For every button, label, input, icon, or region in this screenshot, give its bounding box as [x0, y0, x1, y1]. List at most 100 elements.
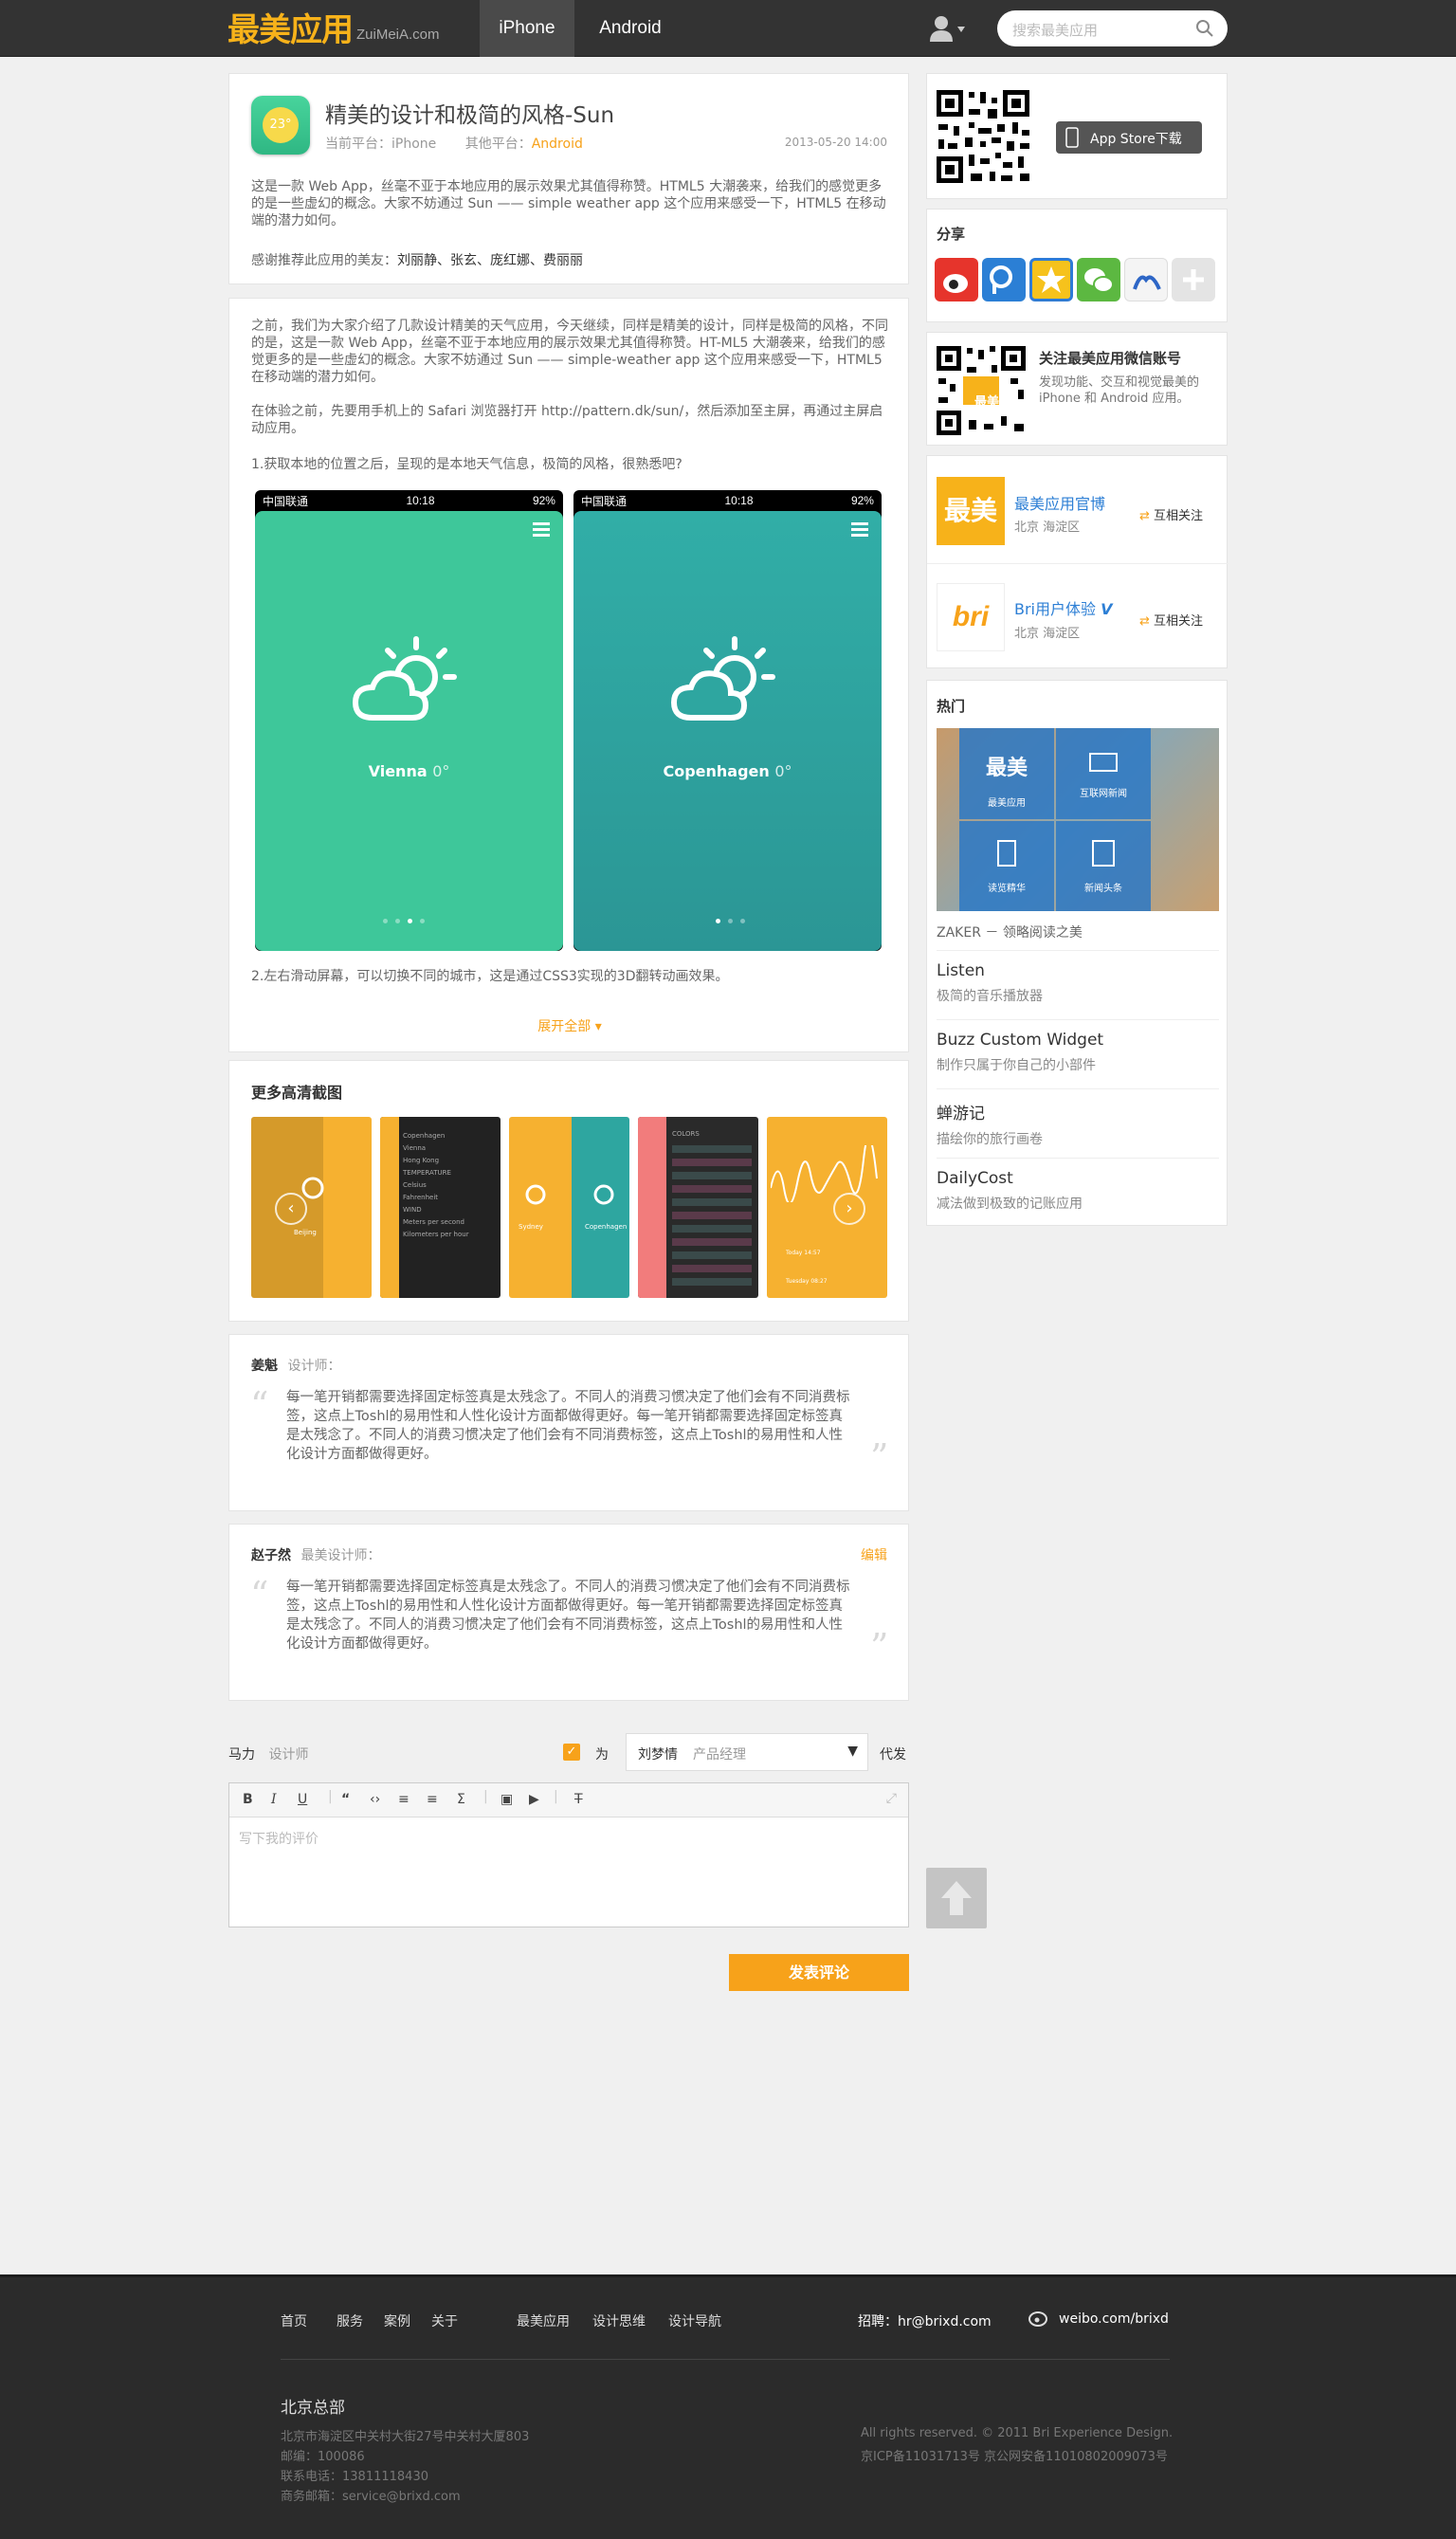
chevron-down-icon: ▾	[594, 1019, 602, 1034]
bullet-list-icon[interactable]: ≡	[427, 1792, 438, 1807]
mutual-follow-button[interactable]: ⇄ 互相关注	[1139, 505, 1203, 523]
follow-name[interactable]: 最美应用官博	[1014, 491, 1105, 514]
clear-format-icon[interactable]: T	[574, 1792, 583, 1807]
bold-icon[interactable]: B	[243, 1792, 253, 1807]
current-platform: 当前平台：iPhone	[325, 137, 437, 152]
search-input[interactable]: 搜索最美应用	[997, 10, 1228, 46]
article-paragraph-2: 在体验之前，先要用手机上的 Safari 浏览器打开 http://patter…	[251, 404, 883, 436]
next-arrow-icon[interactable]: ›	[833, 1193, 865, 1225]
screenshot-thumb-1[interactable]: ‹ Beijing	[251, 1117, 372, 1298]
other-platform-link[interactable]: Android	[532, 137, 583, 152]
comment-text: 每一笔开销都需要选择固定标签真是太残念了。不同人的消费习惯决定了他们会有不同消费…	[286, 1390, 850, 1462]
footer-link-zuimei[interactable]: 最美应用	[517, 2311, 570, 2330]
carrier-label: 中国联通	[263, 494, 309, 508]
user-select[interactable]: 刘梦情 产品经理 ▼	[626, 1733, 868, 1771]
footer-link-design-nav[interactable]: 设计导航	[668, 2311, 721, 2330]
wechat-desc: 发现功能、交互和视觉最美的 iPhone 和 Android 应用。	[1039, 375, 1200, 406]
quote-icon[interactable]: “	[341, 1792, 350, 1807]
video-icon[interactable]: ▶	[529, 1792, 539, 1807]
app-store-label: App Store下载	[1090, 132, 1182, 147]
sum-icon[interactable]: Σ	[457, 1792, 465, 1807]
back-to-top-button[interactable]	[926, 1868, 987, 1928]
screenshot-thumb-2[interactable]: Copenhagen Vienna Hong Kong TEMPERATURE Cels…	[380, 1117, 500, 1298]
footer-link-about[interactable]: 关于	[431, 2311, 458, 2330]
zaker-banner[interactable]: 最美 最美应用 互联网新闻 读览精华 新闻头条	[937, 728, 1219, 911]
commenter-role: 设计师：	[287, 1359, 341, 1374]
footer-icp: 京ICP备11031713号 京公网安备11010802009073号	[861, 2450, 1168, 2464]
underline-icon[interactable]: U	[298, 1792, 307, 1807]
footer	[0, 2274, 1456, 2539]
weather-screen: Copenhagen 0°	[573, 511, 882, 951]
footer-link-cases[interactable]: 案例	[384, 2311, 410, 2330]
commenter-name[interactable]: 赵子然	[251, 1548, 291, 1563]
qzone-share-icon[interactable]	[1029, 258, 1073, 301]
code-icon[interactable]: ‹›	[370, 1792, 380, 1807]
mutual-follow-button[interactable]: ⇄ 互相关注	[1139, 611, 1203, 629]
prev-arrow-icon[interactable]: ‹	[275, 1193, 307, 1225]
app-store-button[interactable]: App Store下载	[1056, 121, 1202, 154]
proxy-checkbox[interactable]: ✓	[563, 1744, 580, 1761]
color-swatches	[672, 1145, 752, 1288]
follow-name[interactable]: Bri用户体验 V	[1014, 596, 1113, 619]
tab-iphone[interactable]: iPhone	[480, 0, 574, 57]
expand-all-link[interactable]: 展开全部 ▾	[229, 1016, 910, 1035]
article-paragraph-1: 之前，我们为大家介绍了几款设计精美的天气应用，今天继续，同样是精美的设计，同样是…	[251, 319, 888, 385]
commenter-role: 最美设计师：	[300, 1548, 381, 1563]
submit-comment-button[interactable]: 发表评论	[729, 1954, 909, 1991]
footer-link-design-thinking[interactable]: 设计思维	[592, 2311, 646, 2330]
fullscreen-icon[interactable]: ⤢	[886, 1791, 897, 1806]
search-icon	[1196, 20, 1213, 37]
tab-android[interactable]: Android	[580, 0, 681, 57]
app-description: 这是一款 Web App，丝毫不亚于本地应用的展示效果尤其值得称赞。HTML5 …	[251, 179, 886, 228]
edit-link[interactable]: 编辑	[861, 1545, 887, 1564]
weather-screen: Vienna 0°	[255, 511, 563, 951]
wechat-share-icon[interactable]	[1077, 258, 1120, 301]
mutual-follow-icon: ⇄	[1139, 614, 1150, 629]
footer-hire[interactable]: 招聘：hr@brixd.com	[858, 2311, 992, 2330]
mutual-follow-label: 互相关注	[1154, 509, 1204, 523]
zaker-tile: 互联网新闻	[1056, 728, 1151, 819]
close-quote-icon: ”	[870, 1626, 889, 1668]
thumb-time: Tuesday 08:27	[786, 1278, 828, 1285]
thanks-names[interactable]: 刘丽静、张玄、庞红娜、费丽丽	[397, 253, 583, 268]
hot-item-listen[interactable]: Listen 极简的音乐播放器	[937, 961, 1043, 1005]
screenshot-thumb-5[interactable]: › Today 14:57 Tuesday 08:27	[767, 1117, 887, 1298]
footer-email[interactable]: 商务邮箱：service@brixd.com	[281, 2486, 461, 2504]
editor-placeholder[interactable]: 写下我的评价	[239, 1829, 318, 1848]
tencent-share-icon[interactable]	[982, 258, 1026, 301]
hot-item-buzz[interactable]: Buzz Custom Widget 制作只属于你自己的小部件	[937, 1031, 1103, 1074]
phone-icon	[1065, 127, 1079, 148]
qr-badge: 最美	[974, 395, 1000, 410]
footer-link-home[interactable]: 首页	[281, 2311, 307, 2330]
other-platform-label: 其他平台：	[464, 137, 532, 152]
follow-logo[interactable]: 最美	[937, 477, 1005, 545]
ordered-list-icon[interactable]: ≡	[398, 1792, 410, 1807]
follow-logo[interactable]: bri	[937, 583, 1005, 651]
screenshot-thumb-3[interactable]: Sydney Copenhagen	[509, 1117, 629, 1298]
user-menu[interactable]	[929, 13, 967, 44]
footer-link-services[interactable]: 服务	[337, 2311, 363, 2330]
site-logo[interactable]: 最美应用 ZuiMeiA.com	[228, 8, 440, 49]
renren-share-icon[interactable]	[1124, 258, 1168, 301]
comment-editor: B I U | “ ‹› ≡ ≡ Σ | ▣ ▶ | T ⤢ 写下我的评价	[228, 1782, 909, 1927]
carrier-label: 中国联通	[581, 494, 628, 508]
commenter-name[interactable]: 姜魁	[251, 1359, 278, 1374]
hot-item-dailycost[interactable]: DailyCost 减法做到极致的记账应用	[937, 1169, 1083, 1213]
follow-name-label: Bri用户体验	[1014, 600, 1097, 618]
italic-icon[interactable]: I	[271, 1792, 277, 1807]
compose-user-role: 设计师	[268, 1747, 309, 1763]
footer-weibo[interactable]: weibo.com/brixd	[1059, 2311, 1169, 2327]
screenshot-thumb-4[interactable]: COLORS	[638, 1117, 758, 1298]
proxy-label: 代发	[880, 1747, 906, 1763]
zaker-label[interactable]: ZAKER － 领略阅读之美	[937, 922, 1083, 941]
thumb-city: Copenhagen	[585, 1223, 628, 1231]
hot-item-chanyouji[interactable]: 蝉游记 描绘你的旅行画卷	[937, 1100, 1043, 1148]
follow-location: 北京 海淀区	[1014, 521, 1081, 535]
more-share-icon[interactable]	[1172, 258, 1215, 301]
image-icon[interactable]: ▣	[500, 1792, 513, 1807]
sun-icon	[525, 1184, 546, 1205]
follow-location: 北京 海淀区	[1014, 627, 1081, 641]
weibo-share-icon[interactable]	[935, 258, 978, 301]
comment-card-2: 赵子然 最美设计师： 编辑 “ 每一笔开销都需要选择固定标签真是太残念了。不同人…	[228, 1524, 909, 1701]
time-label: 10:18	[724, 494, 754, 507]
